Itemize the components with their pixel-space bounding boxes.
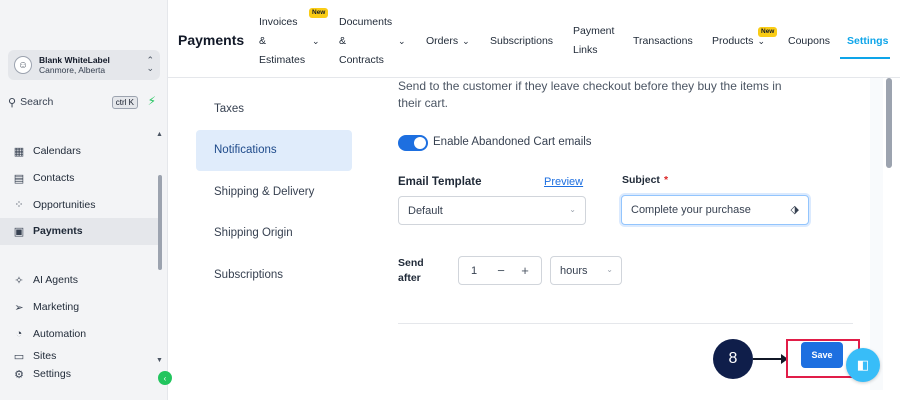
search-icon: ⚲ bbox=[8, 96, 17, 109]
tab-products[interactable]: Products ⌄ bbox=[712, 32, 765, 51]
tab-coupons[interactable]: Coupons bbox=[788, 32, 830, 51]
gear-icon: ⚙ bbox=[14, 368, 24, 381]
collapse-sidebar-icon[interactable]: ‹ bbox=[158, 371, 172, 385]
search-label: Search bbox=[20, 96, 54, 108]
account-switcher[interactable]: ☺ Blank WhiteLabel Canmore, Alberta ⌃ ⌄ bbox=[8, 50, 160, 80]
chevron-down-icon[interactable]: ⌄ bbox=[312, 32, 320, 51]
tab-transactions[interactable]: Transactions bbox=[633, 32, 693, 51]
opportunities-icon: ⁘ bbox=[14, 199, 24, 212]
send-after-label: Send after bbox=[398, 257, 424, 284]
decrement-button[interactable]: − bbox=[489, 263, 513, 278]
sidebar-item-sites[interactable]: ▭ Sites bbox=[0, 347, 160, 365]
sidebar-scrollbar[interactable] bbox=[158, 175, 162, 270]
tab-settings[interactable]: Settings bbox=[847, 32, 888, 51]
bolt-icon[interactable]: ⚡ bbox=[148, 94, 156, 108]
settings-subnav: Taxes Notifications Shipping & Delivery … bbox=[196, 88, 352, 296]
subnav-taxes[interactable]: Taxes bbox=[196, 88, 352, 130]
active-tab-indicator bbox=[840, 57, 890, 59]
subnav-subscriptions[interactable]: Subscriptions bbox=[196, 254, 352, 296]
tag-icon[interactable]: ⬗ bbox=[791, 203, 799, 216]
subnav-shipping-delivery[interactable]: Shipping & Delivery bbox=[196, 171, 352, 213]
email-template-label: Email Template bbox=[398, 176, 482, 188]
tab-orders[interactable]: Orders ⌄ bbox=[426, 32, 470, 51]
new-badge: New bbox=[758, 27, 778, 37]
sidebar-item-label: Automation bbox=[33, 327, 87, 340]
tab-payment-links[interactable]: Payment Links bbox=[573, 22, 614, 60]
account-name: Blank WhiteLabel bbox=[39, 55, 110, 65]
chevron-down-icon: ⌄ bbox=[569, 205, 576, 214]
content-scrollbar[interactable] bbox=[886, 78, 892, 168]
payments-icon: ▣ bbox=[13, 225, 25, 238]
sidebar-item-contacts[interactable]: ▤ Contacts bbox=[0, 165, 160, 192]
sidebar-item-label: Calendars bbox=[33, 145, 81, 158]
scroll-down-icon[interactable]: ▼ bbox=[156, 357, 163, 364]
email-template-select[interactable]: Default ⌄ bbox=[398, 196, 586, 225]
chevron-updown-icon: ⌃ ⌄ bbox=[146, 55, 154, 73]
send-icon: ➢ bbox=[14, 301, 24, 314]
subject-input[interactable]: Complete your purchase ⬗ bbox=[621, 195, 809, 225]
toggle-label: Enable Abandoned Cart emails bbox=[433, 136, 592, 148]
chat-support-icon[interactable]: ◧ bbox=[846, 348, 880, 382]
sidebar-item-automation[interactable]: ◔ Automation bbox=[0, 320, 160, 347]
new-badge: New bbox=[309, 8, 329, 18]
sparkle-icon: ✧ bbox=[14, 274, 24, 287]
tab-subscriptions[interactable]: Subscriptions bbox=[490, 32, 553, 51]
sidebar: ☺ Blank WhiteLabel Canmore, Alberta ⌃ ⌄ ⚲… bbox=[0, 0, 168, 400]
sites-icon: ▭ bbox=[13, 350, 25, 363]
chevron-down-icon: ⌄ bbox=[757, 36, 765, 46]
sidebar-nav: ▦ Calendars ▤ Contacts ⁘ Opportunities ▣… bbox=[0, 138, 160, 245]
contacts-icon: ▤ bbox=[13, 172, 25, 185]
sidebar-item-label: AI Agents bbox=[33, 274, 78, 287]
increment-button[interactable]: + bbox=[513, 263, 537, 278]
sidebar-item-label: Settings bbox=[33, 368, 71, 381]
sidebar-item-settings[interactable]: ⚙ Settings bbox=[0, 365, 160, 383]
section-description: Send to the customer if they leave check… bbox=[398, 79, 782, 110]
user-avatar-icon: ☺ bbox=[14, 56, 32, 74]
sidebar-item-marketing[interactable]: ➢ Marketing bbox=[0, 294, 160, 321]
chevron-down-icon: ⌄ bbox=[462, 36, 470, 46]
step-number-badge: 8 bbox=[713, 339, 753, 379]
tab-invoices-estimates[interactable]: Invoices & Estimates bbox=[259, 13, 305, 70]
subnav-shipping-origin[interactable]: Shipping Origin bbox=[196, 213, 352, 255]
sidebar-item-label: Contacts bbox=[33, 172, 75, 185]
page-title: Payments bbox=[178, 32, 245, 48]
divider bbox=[398, 323, 853, 324]
send-after-stepper: 1 − + bbox=[458, 256, 542, 285]
calendar-icon: ▦ bbox=[13, 145, 25, 158]
subnav-notifications[interactable]: Notifications bbox=[196, 129, 352, 171]
sidebar-item-calendars[interactable]: ▦ Calendars bbox=[0, 138, 160, 165]
search-bar[interactable]: ⚲ Search ctrl K ⚡ bbox=[8, 93, 160, 111]
sidebar-nav-secondary: ✧ AI Agents ➢ Marketing ◔ Automation ▭ S… bbox=[0, 267, 160, 383]
required-marker: * bbox=[663, 174, 669, 186]
account-location: Canmore, Alberta bbox=[39, 65, 106, 75]
preview-link[interactable]: Preview bbox=[544, 176, 583, 188]
abandoned-cart-toggle[interactable] bbox=[398, 135, 428, 151]
app-window: ☺ Blank WhiteLabel Canmore, Alberta ⌃ ⌄ ⚲… bbox=[0, 0, 900, 400]
tab-documents-contracts[interactable]: Documents & Contracts bbox=[339, 13, 392, 70]
sidebar-item-label: Marketing bbox=[33, 301, 80, 314]
search-shortcut: ctrl K bbox=[111, 95, 138, 109]
chevron-down-icon[interactable]: ⌄ bbox=[398, 32, 406, 51]
send-after-unit-select[interactable]: hours ⌄ bbox=[550, 256, 622, 285]
sidebar-item-ai-agents[interactable]: ✧ AI Agents bbox=[0, 267, 160, 294]
save-button[interactable]: Save bbox=[801, 342, 843, 368]
sidebar-item-label: Sites bbox=[33, 350, 57, 363]
top-navigation: Payments Invoices & Estimates ⌄ New Docu… bbox=[168, 0, 900, 78]
toggle-knob bbox=[414, 137, 426, 149]
sidebar-item-opportunities[interactable]: ⁘ Opportunities bbox=[0, 191, 160, 218]
automation-icon: ◔ bbox=[15, 327, 23, 340]
sidebar-item-label: Opportunities bbox=[33, 198, 96, 211]
sidebar-item-label: Payments bbox=[33, 225, 83, 238]
sidebar-item-payments[interactable]: ▣ Payments bbox=[0, 218, 160, 245]
scroll-up-icon[interactable]: ▲ bbox=[156, 131, 163, 138]
subject-label: Subject * bbox=[622, 174, 669, 186]
send-after-input[interactable]: 1 bbox=[459, 265, 489, 277]
chevron-down-icon: ⌄ bbox=[606, 265, 613, 274]
